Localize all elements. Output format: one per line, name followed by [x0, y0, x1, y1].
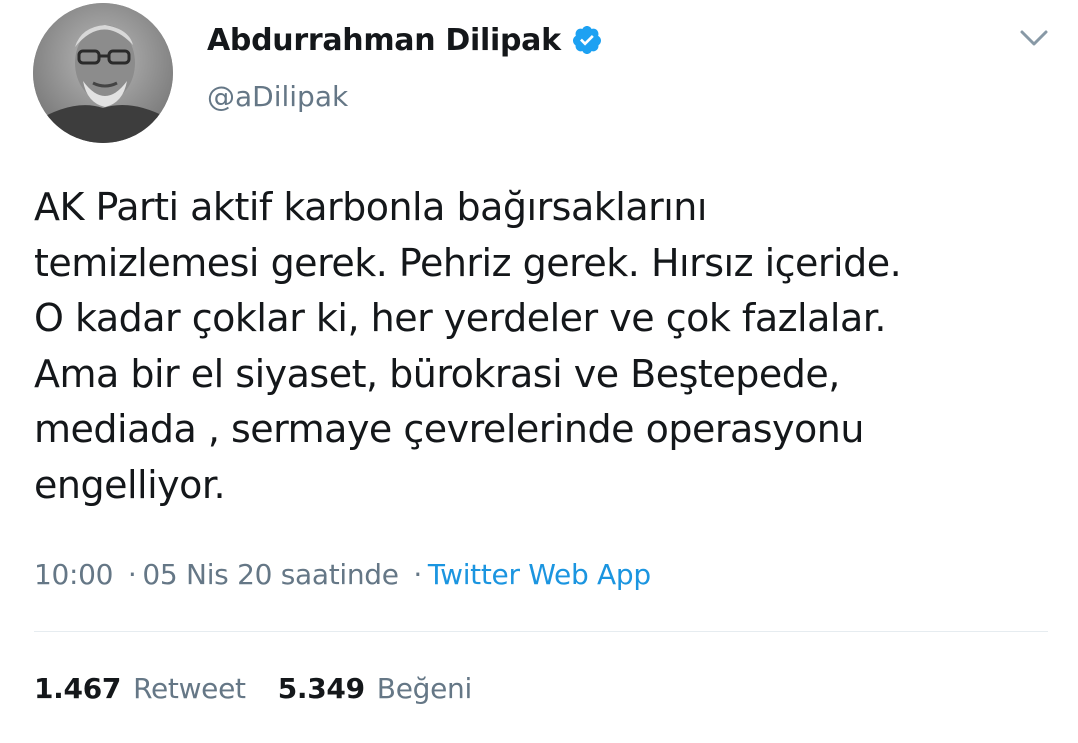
verified-badge-icon	[571, 24, 603, 56]
author-handle[interactable]: @aDilipak	[207, 80, 348, 113]
tweet-source-link[interactable]: Twitter Web App	[428, 558, 651, 591]
avatar[interactable]	[33, 3, 173, 143]
tweet-card: Abdurrahman Dilipak @aDilipak AK Parti a…	[0, 0, 1078, 743]
divider	[34, 631, 1048, 632]
retweet-count: 1.467	[34, 672, 122, 705]
like-count: 5.349	[277, 672, 365, 705]
author-display-name[interactable]: Abdurrahman Dilipak	[207, 23, 561, 58]
meta-separator: ·	[413, 558, 422, 591]
avatar-photo	[33, 3, 173, 143]
chevron-down-icon[interactable]	[1016, 24, 1052, 52]
retweet-label: Retweet	[133, 672, 246, 705]
tweet-time[interactable]: 10:00	[34, 558, 114, 591]
tweet-text: AK Parti aktif karbonla bağırsaklarını t…	[34, 185, 902, 507]
tweet-date[interactable]: 05 Nis 20 saatinde	[142, 558, 399, 591]
author-name-row[interactable]: Abdurrahman Dilipak	[207, 18, 603, 62]
like-stat[interactable]: 5.349 Beğeni	[277, 672, 473, 705]
meta-separator: ·	[127, 558, 137, 591]
like-label: Beğeni	[376, 672, 472, 705]
tweet-meta: 10:00 · 05 Nis 20 saatinde · Twitter Web A…	[34, 558, 651, 591]
retweet-stat[interactable]: 1.467 Retweet	[34, 672, 246, 705]
tweet-stats: 1.467 Retweet 5.349 Beğeni	[34, 672, 472, 705]
